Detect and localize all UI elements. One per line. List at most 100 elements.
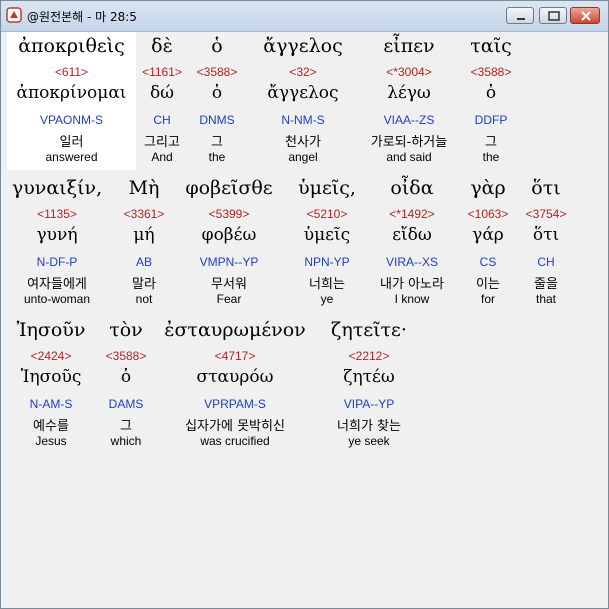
strong-number[interactable]: <3588> xyxy=(99,349,153,363)
lemma: ἀποκρίνομαι xyxy=(16,83,127,103)
greek-word[interactable]: γυναιξίν, xyxy=(7,177,107,199)
korean-gloss: 예수를 xyxy=(33,419,69,434)
english-gloss: angel xyxy=(288,150,318,164)
greek-word[interactable]: ὁ xyxy=(193,35,241,57)
parsing-code: N-AM-S xyxy=(29,397,73,411)
english-gloss: the xyxy=(208,150,226,164)
greek-word[interactable]: εἶπεν xyxy=(359,35,459,57)
korean-gloss: 너희가 찾는 xyxy=(337,419,401,434)
strong-number[interactable]: <3361> xyxy=(119,207,169,221)
parsing-code: DNMS xyxy=(199,113,235,127)
korean-gloss: 여자들에게 xyxy=(27,277,87,292)
parsing-code: CH xyxy=(153,113,171,127)
parsing-code: VPRPAM-S xyxy=(204,397,266,411)
korean-gloss: 너희는 xyxy=(309,277,345,292)
strong-number[interactable]: <5210> xyxy=(287,207,367,221)
greek-word[interactable]: ἄγγελος xyxy=(247,35,359,57)
strong-number[interactable]: <1135> xyxy=(7,207,107,221)
lemma: Ἰησοῦς xyxy=(20,367,82,387)
strong-number[interactable]: <4717> xyxy=(157,349,313,363)
greek-word[interactable]: ἀποκριθεὶς xyxy=(9,35,134,57)
minimize-button[interactable] xyxy=(506,7,534,24)
lemma: ὁ xyxy=(211,83,223,103)
korean-gloss: 십자가에 못박히신 xyxy=(185,419,285,434)
parsing-code: CH xyxy=(537,255,555,269)
korean-gloss: 말라 xyxy=(132,277,156,292)
greek-word[interactable]: δὲ xyxy=(138,35,186,57)
english-gloss: not xyxy=(135,292,153,306)
english-gloss: ye seek xyxy=(348,434,390,448)
parsing-code: DDFP xyxy=(474,113,508,127)
greek-word[interactable]: ὑμεῖς, xyxy=(287,177,367,199)
english-gloss: for xyxy=(480,292,495,306)
strong-number[interactable]: <1161> xyxy=(138,65,186,79)
korean-gloss: 그 xyxy=(120,419,132,434)
korean-gloss: 그 xyxy=(211,135,223,150)
greek-word[interactable]: φοβεῖσθε xyxy=(175,177,283,199)
app-window: @원전본해 - 마 28:5 ἀποκριθεὶς <611> ἀποκρίνο… xyxy=(0,0,609,609)
greek-word[interactable]: ταῖς xyxy=(465,35,517,57)
english-gloss: the xyxy=(482,150,500,164)
greek-word[interactable]: τὸν xyxy=(99,319,153,341)
parsing-code: NPN-YP xyxy=(304,255,350,269)
lemma: ὅτι xyxy=(532,225,560,245)
lemma: ὁ xyxy=(485,83,497,103)
lemma: γυνή xyxy=(36,225,78,245)
korean-gloss: 내가 아노라 xyxy=(380,277,444,292)
lemma: ἄγγελος xyxy=(267,83,339,103)
korean-gloss: 이는 xyxy=(476,277,500,292)
parsing-code: VIPA--YP xyxy=(343,397,395,411)
english-gloss: was crucified xyxy=(200,434,270,448)
parsing-code: VIAA--ZS xyxy=(383,113,435,127)
greek-word[interactable]: γὰρ xyxy=(463,177,513,199)
lemma: ὑμεῖς xyxy=(303,225,351,245)
lemma: σταυρόω xyxy=(196,367,274,387)
parsing-code: N-NM-S xyxy=(281,113,325,127)
greek-word[interactable]: Μὴ xyxy=(119,177,169,199)
strong-number[interactable]: <5399> xyxy=(175,207,283,221)
strong-number[interactable]: <611> xyxy=(9,65,134,79)
lemma: λέγω xyxy=(387,83,431,103)
korean-gloss: 천사가 xyxy=(285,135,321,150)
strong-number[interactable]: <*1492> xyxy=(369,207,455,221)
greek-word[interactable]: Ἰησοῦν xyxy=(7,319,95,341)
maximize-button[interactable] xyxy=(539,7,567,24)
greek-word[interactable]: ζητεῖτε· xyxy=(319,319,419,341)
close-button[interactable] xyxy=(570,7,600,24)
greek-word[interactable]: ὅτι xyxy=(519,177,573,199)
greek-word[interactable]: ἐσταυρωμένον xyxy=(157,319,313,341)
english-gloss: answered xyxy=(45,150,98,164)
strong-number[interactable]: <2424> xyxy=(7,349,95,363)
parsing-code: CS xyxy=(479,255,497,269)
strong-number[interactable]: <3588> xyxy=(465,65,517,79)
english-gloss: unto-woman xyxy=(23,292,91,306)
korean-gloss: 가로되-하거늘 xyxy=(370,135,448,150)
english-gloss: I know xyxy=(394,292,430,306)
strong-number[interactable]: <*3004> xyxy=(359,65,459,79)
strong-number[interactable]: <3588> xyxy=(193,65,241,79)
strong-number[interactable]: <1063> xyxy=(463,207,513,221)
korean-gloss: 그 xyxy=(485,135,497,150)
english-gloss: Jesus xyxy=(35,434,67,448)
app-logo-icon xyxy=(6,7,22,23)
lemma: ζητέω xyxy=(343,367,395,387)
strong-number[interactable]: <3754> xyxy=(519,207,573,221)
interlinear-view: ἀποκριθεὶς <611> ἀποκρίνομαι VPAONM-S 일러… xyxy=(7,32,603,602)
parsing-code: N-DF-P xyxy=(36,255,78,269)
parsing-code: VIRA--XS xyxy=(385,255,438,269)
greek-word[interactable]: οἶδα xyxy=(369,177,455,199)
parsing-code: DAMS xyxy=(108,397,144,411)
korean-gloss: 줄을 xyxy=(534,277,558,292)
title-bar[interactable]: @원전본해 - 마 28:5 xyxy=(1,1,608,32)
strong-number[interactable]: <2212> xyxy=(319,349,419,363)
lemma: ὁ xyxy=(120,367,132,387)
korean-gloss: 무서워 xyxy=(211,277,247,292)
lemma: εἴδω xyxy=(392,225,432,245)
korean-gloss: 그리고 xyxy=(144,135,180,150)
english-gloss: And xyxy=(151,150,173,164)
lemma: γάρ xyxy=(472,225,504,245)
lemma: μή xyxy=(133,225,155,245)
strong-number[interactable]: <32> xyxy=(247,65,359,79)
parsing-code: VPAONM-S xyxy=(39,113,104,127)
english-gloss: which xyxy=(110,434,142,448)
